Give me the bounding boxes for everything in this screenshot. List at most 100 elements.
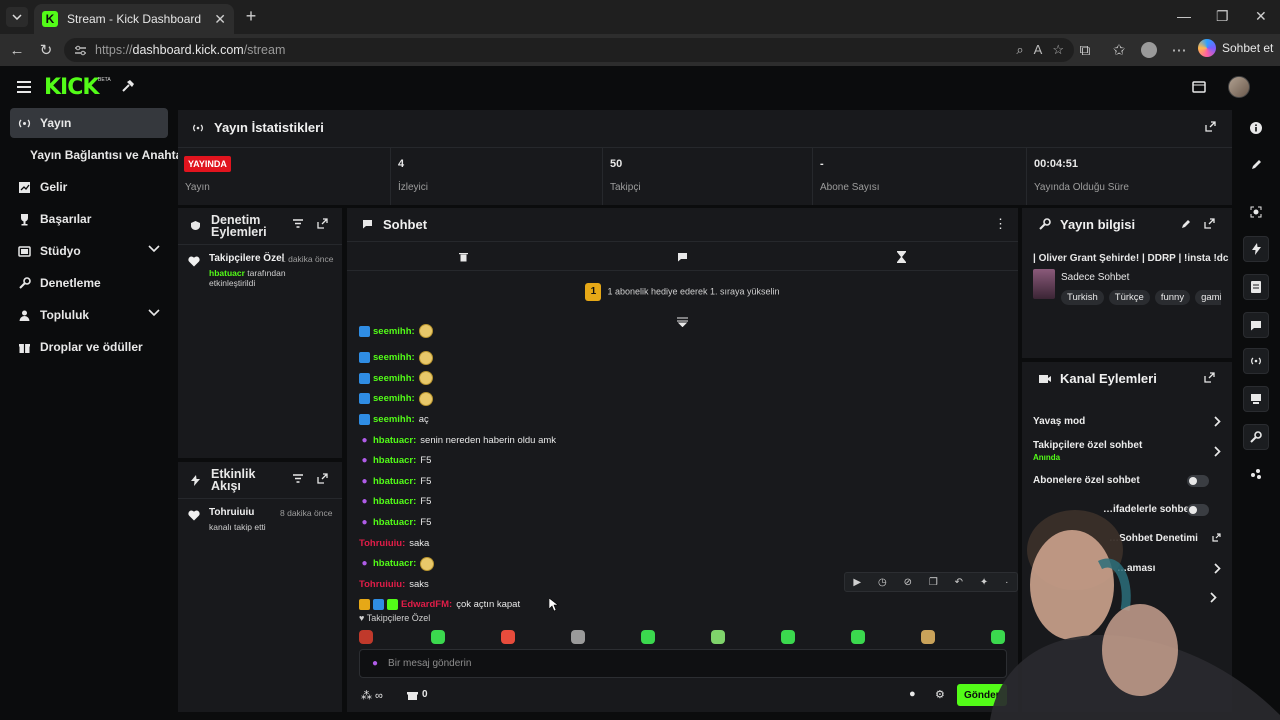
clock-icon[interactable]: ◷ [878,577,887,588]
site-info-icon[interactable] [74,45,87,56]
slash-icon[interactable]: ⊘ [904,577,912,588]
popout-icon[interactable] [317,473,328,484]
sidebar-item-achievements[interactable]: Başarılar [10,204,168,234]
filter-icon[interactable] [293,219,303,228]
lightning-icon[interactable] [1243,236,1269,262]
chat-message[interactable]: ● hbatuacr: F5 [359,472,431,490]
chat-message[interactable]: seemihh: [359,369,433,387]
chat-username[interactable]: seemihh: [373,414,415,425]
sidebar-item-moderation[interactable]: Denetleme [10,268,168,298]
sidebar-item-stream[interactable]: Yayın [10,108,168,138]
emote-button[interactable] [431,630,445,644]
chat-username[interactable]: Tohruiuiu: [359,579,405,590]
emote-button[interactable] [711,630,725,644]
chat-bubble-icon[interactable] [677,252,688,262]
chat-username[interactable]: Tohruiuiu: [359,538,405,549]
pin-icon[interactable]: ✦ [980,577,988,588]
close-window-button[interactable]: ✕ [1255,8,1267,25]
chat-message[interactable]: ● hbatuacr: F5 [359,493,431,511]
hourglass-icon[interactable] [897,251,906,263]
subscribers-only-toggle[interactable] [1187,475,1209,487]
gift-sub-notice[interactable]: 11 abonelik hediye ederek 1. sıraya yüks… [347,283,1018,301]
emote-button[interactable] [851,630,865,644]
chat-message[interactable]: ● hbatuacr: F5 [359,452,431,470]
menu-icon[interactable] [17,81,31,96]
chat-username[interactable]: seemihh: [373,326,415,337]
play-icon[interactable]: ▶ [853,577,861,588]
trash-icon[interactable] [459,252,468,262]
chat-message[interactable]: EdwardFM: çok açtın kapat [359,596,520,614]
user-avatar[interactable] [1228,76,1250,98]
gift-icon[interactable] [407,690,418,700]
chat-username[interactable]: hbatuacr: [373,558,416,569]
undo-icon[interactable]: ↶ [955,577,963,588]
browser-tab-active[interactable]: K Stream - Kick Dashboard ✕ [34,4,234,34]
chat-message[interactable]: Tohruiuiu: saks [359,575,429,593]
close-tab-icon[interactable]: ✕ [214,11,226,28]
chat-username[interactable]: seemihh: [373,373,415,384]
popout-icon[interactable] [1204,372,1215,383]
slow-mode-row[interactable]: Yavaş mod [1033,416,1221,427]
chat-username[interactable]: hbatuacr: [373,496,416,507]
chat-message[interactable]: seemihh: [359,322,433,340]
channel-icon[interactable] [1243,386,1269,412]
chat-input[interactable]: ● Bir mesaj gönderin [359,649,1007,678]
emote-button[interactable] [501,630,515,644]
chat-options-icon[interactable]: ⋮ [994,216,1007,232]
focus-icon[interactable] [1243,199,1269,225]
chat-username[interactable]: seemihh: [373,393,415,404]
sidebar-item-community[interactable]: Topluluk [10,300,168,330]
more-menu-icon[interactable]: ⋯ [1170,41,1188,59]
sidebar-item-drops[interactable]: Droplar ve ödüller [10,332,168,362]
popout-icon[interactable] [317,218,328,229]
kick-logo[interactable]: KICK [44,75,99,100]
followers-only-row[interactable]: Takipçilere özel sohbet Anında [1033,440,1221,462]
emote-button[interactable] [359,630,373,644]
popout-icon[interactable] [1205,121,1216,132]
chat-username[interactable]: EdwardFM: [401,599,452,610]
sidebar-item-revenue[interactable]: Gelir [10,172,168,202]
maximize-button[interactable]: ❐ [1216,8,1229,25]
zoom-icon[interactable]: ⌕ [1016,42,1023,58]
profile-icon[interactable] [1140,41,1158,59]
reload-button[interactable]: ↻ [37,41,55,59]
chat-message[interactable]: Tohruiuiu: saka [359,534,429,552]
chat-bubble-icon[interactable] [1243,312,1269,338]
chat-username[interactable]: hbatuacr: [373,517,416,528]
document-icon[interactable] [1243,274,1269,300]
chat-message[interactable]: seemihh: aç [359,410,429,428]
scroll-down-icon[interactable] [677,317,688,327]
sidebar-item-studio[interactable]: Stüdyo [10,236,168,266]
broadcast-icon[interactable] [1243,348,1269,374]
community-icon[interactable] [1243,461,1269,487]
address-bar[interactable]: https://dashboard.kick.com/stream ⌕ A ☆ [64,38,1074,62]
info-icon[interactable] [1243,115,1269,141]
minimize-button[interactable]: — [1177,8,1191,24]
tab-list-button[interactable] [6,7,28,27]
favorite-star-icon[interactable]: ☆ [1052,42,1064,58]
sidebar-item-stream-key[interactable]: Yayın Bağlantısı ve Anahtarı [10,140,190,170]
extensions-icon[interactable]: ⧉ [1076,41,1094,59]
copilot-button[interactable]: Sohbet et [1198,39,1273,57]
hammer-icon[interactable] [121,79,135,93]
chat-username[interactable]: seemihh: [373,352,415,363]
clips-icon[interactable] [1192,81,1206,93]
chat-username[interactable]: hbatuacr: [373,455,416,466]
chat-message[interactable]: ● hbatuacr: senin nereden haberin oldu amk [359,431,556,449]
chat-message[interactable]: seemihh: [359,390,433,408]
chat-username[interactable]: hbatuacr: [373,476,416,487]
emote-button[interactable] [921,630,935,644]
points-icon[interactable]: ⁂ ∞ [361,689,383,702]
popout-icon[interactable] [1204,218,1215,229]
back-button[interactable]: ← [8,41,26,59]
emote-button[interactable] [571,630,585,644]
chat-users-icon[interactable]: ● [909,688,916,700]
settings-gear-icon[interactable]: ⚙ [935,688,945,701]
chat-message[interactable]: ● hbatuacr: [359,555,435,573]
edit-pencil-icon[interactable] [1181,219,1191,229]
emote-button[interactable] [781,630,795,644]
chat-message[interactable]: seemihh: [359,349,433,367]
wrench-icon[interactable] [1243,424,1269,450]
chat-username[interactable]: hbatuacr: [373,435,416,446]
copy-icon[interactable]: ❐ [929,577,938,588]
